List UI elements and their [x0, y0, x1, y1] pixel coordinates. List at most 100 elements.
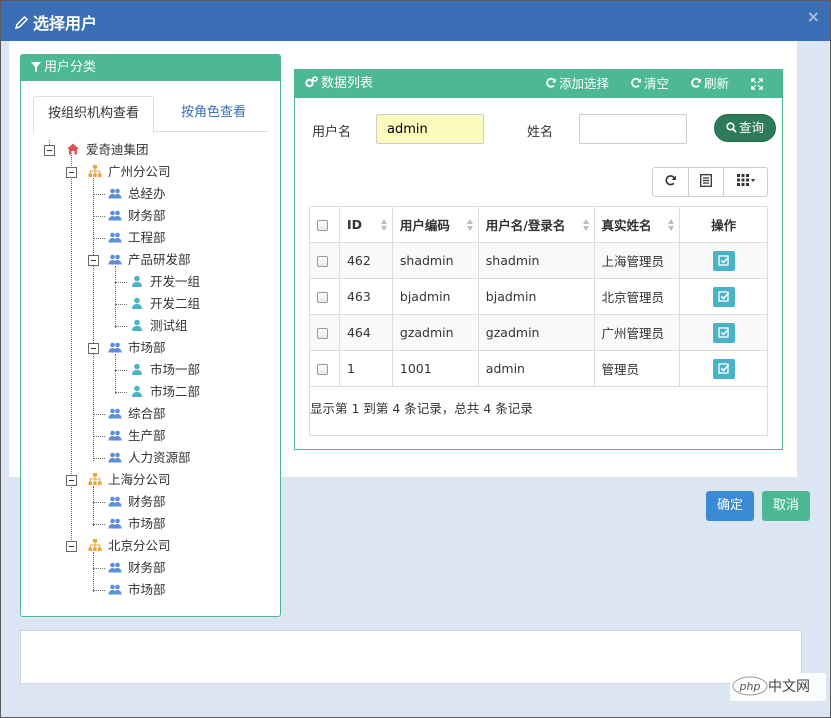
tree-node-label: 市场部	[128, 340, 166, 355]
pencil-icon	[14, 15, 29, 30]
cell-name: 广州管理员	[593, 314, 681, 351]
select-row-button[interactable]	[712, 286, 735, 307]
tree-node-branch[interactable]: 北京分公司	[88, 535, 171, 557]
cell-code: gzadmin	[391, 314, 479, 351]
column-header-id[interactable]: ID	[338, 206, 393, 243]
dialog-title: 选择用户	[13, 10, 97, 34]
tree-node-label: 财务部	[128, 208, 166, 223]
select-all-checkbox-cell[interactable]	[309, 206, 340, 243]
tree-node-dept[interactable]: 生产部	[108, 425, 166, 447]
select-row-button[interactable]	[712, 322, 735, 343]
sitemap-icon	[88, 539, 102, 551]
tree-node-label: 人力资源部	[128, 450, 191, 465]
confirm-button[interactable]: 确定	[706, 491, 754, 521]
check-square-icon	[717, 362, 729, 374]
table-row[interactable]: 463 bjadmin bjadmin 北京管理员	[309, 278, 768, 315]
sort-icon	[668, 219, 675, 231]
cell-id: 463	[338, 278, 393, 315]
column-header-label: 真实姓名	[601, 218, 652, 233]
cell-login: admin	[477, 350, 595, 387]
row-checkbox[interactable]	[317, 364, 328, 375]
column-header-name[interactable]: 真实姓名	[593, 206, 681, 243]
table-row[interactable]: 462 shadmin shadmin 上海管理员	[309, 242, 768, 279]
query-button[interactable]: 查询	[714, 114, 776, 142]
tree-node-group[interactable]: 市场一部	[130, 359, 200, 381]
columns-menu-button[interactable]	[724, 168, 768, 196]
refresh-label: 刷新	[704, 76, 730, 91]
select-row-button[interactable]	[712, 358, 735, 379]
select-row-button[interactable]	[712, 250, 735, 271]
refresh-icon	[631, 77, 641, 88]
add-selection-button[interactable]: 添加选择	[545, 70, 609, 98]
tree-node-label: 市场一部	[150, 362, 201, 377]
cell-id: 1	[338, 350, 393, 387]
tree-connector	[115, 370, 127, 371]
collapse-toggle-icon[interactable]	[66, 167, 77, 178]
cell-name: 管理员	[593, 350, 681, 387]
collapse-toggle-icon[interactable]	[66, 475, 77, 486]
collapse-toggle-icon[interactable]	[88, 343, 99, 354]
sort-icon	[380, 219, 387, 231]
filter-icon	[31, 62, 41, 72]
cell-code: shadmin	[391, 242, 479, 279]
check-square-icon	[717, 254, 729, 266]
realname-input[interactable]	[579, 114, 687, 144]
tree-node-label: 市场部	[128, 516, 166, 531]
column-header-code[interactable]: 用户编码	[391, 206, 479, 243]
tree-node-group[interactable]: 市场二部	[130, 381, 200, 403]
row-checkbox[interactable]	[317, 328, 328, 339]
table-row[interactable]: 464 gzadmin gzadmin 广州管理员	[309, 314, 768, 351]
tree-node-branch[interactable]: 上海分公司	[88, 469, 171, 491]
tree-node-dept[interactable]: 财务部	[108, 205, 166, 227]
tree-node-dept[interactable]: 产品研发部	[108, 249, 191, 271]
tree-node-label: 上海分公司	[108, 472, 171, 487]
collapse-toggle-icon[interactable]	[66, 541, 77, 552]
row-checkbox[interactable]	[317, 292, 328, 303]
tree-connector	[93, 216, 105, 217]
table-refresh-button[interactable]	[653, 168, 689, 196]
refresh-icon	[546, 77, 556, 88]
tree-node-dept[interactable]: 市场部	[108, 337, 166, 359]
tree-node-dept[interactable]: 市场部	[108, 579, 166, 601]
toggle-view-button[interactable]	[689, 168, 724, 196]
column-header-label: ID	[346, 217, 362, 232]
tree-node-dept[interactable]: 财务部	[108, 491, 166, 513]
tree-node-dept[interactable]: 工程部	[108, 227, 166, 249]
users-icon	[108, 518, 122, 529]
table-header-row: ID 用户编码 用户名/登录名 真实姓名 操作	[309, 206, 768, 243]
fullscreen-icon[interactable]	[751, 72, 763, 100]
tree-node-group[interactable]: 开发二组	[130, 293, 200, 315]
column-header-login[interactable]: 用户名/登录名	[477, 206, 595, 243]
refresh-button[interactable]: 刷新	[690, 70, 729, 98]
tree-node-branch[interactable]: 广州分公司	[88, 161, 171, 183]
column-header-label: 操作	[711, 218, 737, 233]
tree-node-label: 测试组	[150, 318, 188, 333]
tree-node-group[interactable]: 开发一组	[130, 271, 200, 293]
tree-node-dept[interactable]: 总经办	[108, 183, 166, 205]
search-icon	[726, 122, 737, 133]
select-all-checkbox[interactable]	[317, 220, 328, 231]
close-icon[interactable]: ×	[807, 7, 820, 26]
clear-button[interactable]: 清空	[630, 70, 669, 98]
tree-node-dept[interactable]: 综合部	[108, 403, 166, 425]
tree-node-root[interactable]: 爱奇迪集团	[66, 139, 149, 161]
tree-node-dept[interactable]: 人力资源部	[108, 447, 191, 469]
tree-node-dept[interactable]: 市场部	[108, 513, 166, 535]
username-input[interactable]	[376, 114, 484, 144]
tree-connector	[93, 568, 105, 569]
tab-by-organization[interactable]: 按组织机构查看	[33, 96, 155, 133]
user-table: ID 用户编码 用户名/登录名 真实姓名 操作 462 shadmin shad…	[309, 206, 768, 387]
query-button-label: 查询	[738, 120, 764, 135]
tree-node-dept[interactable]: 财务部	[108, 557, 166, 579]
tree-connector	[115, 326, 127, 327]
tree-node-group[interactable]: 测试组	[130, 315, 188, 337]
cell-id: 464	[338, 314, 393, 351]
cancel-button[interactable]: 取消	[762, 491, 810, 521]
tab-by-role[interactable]: 按角色查看	[167, 96, 260, 133]
tree-connector	[93, 552, 94, 592]
collapse-toggle-icon[interactable]	[88, 255, 99, 266]
row-checkbox[interactable]	[317, 256, 328, 267]
collapse-toggle-icon[interactable]	[44, 145, 55, 156]
list-icon	[700, 174, 712, 187]
table-row[interactable]: 1 1001 admin 管理员	[309, 350, 768, 387]
